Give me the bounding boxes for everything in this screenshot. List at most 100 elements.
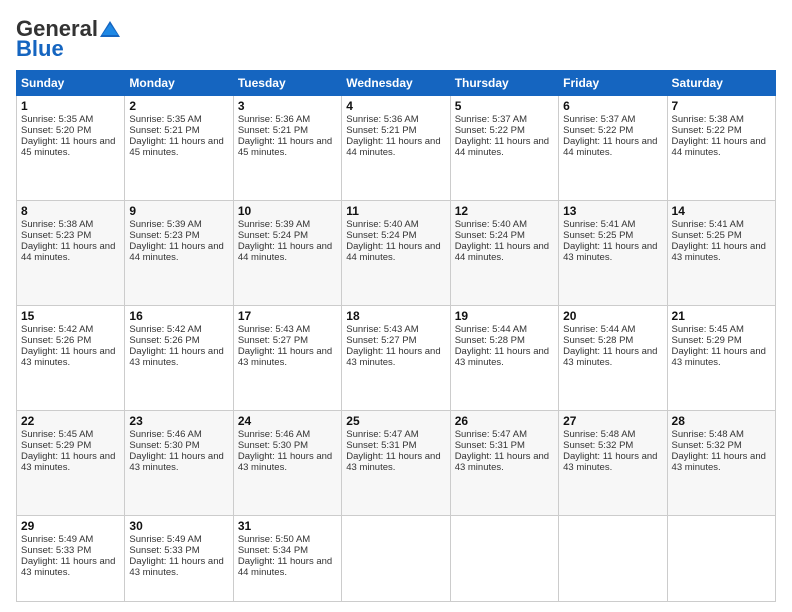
col-tuesday: Tuesday	[233, 71, 341, 96]
calendar-cell	[667, 516, 775, 602]
calendar-cell: 13 Sunrise: 5:41 AM Sunset: 5:25 PM Dayl…	[559, 201, 667, 306]
calendar-cell: 9 Sunrise: 5:39 AM Sunset: 5:23 PM Dayli…	[125, 201, 233, 306]
calendar-cell: 11 Sunrise: 5:40 AM Sunset: 5:24 PM Dayl…	[342, 201, 450, 306]
logo: General Blue	[16, 16, 122, 62]
day-number: 9	[129, 204, 228, 218]
calendar-cell: 21 Sunrise: 5:45 AM Sunset: 5:29 PM Dayl…	[667, 306, 775, 411]
day-number: 5	[455, 99, 554, 113]
day-number: 25	[346, 414, 445, 428]
daylight-label: Daylight: 11 hours and 43 minutes.	[238, 346, 332, 368]
daylight-label: Daylight: 11 hours and 45 minutes.	[238, 136, 332, 158]
sunrise-label: Sunrise: 5:41 AM	[672, 219, 744, 230]
sunrise-label: Sunrise: 5:47 AM	[346, 429, 418, 440]
daylight-label: Daylight: 11 hours and 44 minutes.	[21, 241, 115, 263]
sunrise-label: Sunrise: 5:44 AM	[563, 324, 635, 335]
day-number: 4	[346, 99, 445, 113]
sunrise-label: Sunrise: 5:41 AM	[563, 219, 635, 230]
calendar-week-row: 1 Sunrise: 5:35 AM Sunset: 5:20 PM Dayli…	[17, 96, 776, 201]
day-number: 17	[238, 309, 337, 323]
day-number: 19	[455, 309, 554, 323]
calendar-week-row: 22 Sunrise: 5:45 AM Sunset: 5:29 PM Dayl…	[17, 411, 776, 516]
sunset-label: Sunset: 5:27 PM	[238, 335, 308, 346]
calendar-cell: 23 Sunrise: 5:46 AM Sunset: 5:30 PM Dayl…	[125, 411, 233, 516]
calendar-cell: 14 Sunrise: 5:41 AM Sunset: 5:25 PM Dayl…	[667, 201, 775, 306]
sunset-label: Sunset: 5:21 PM	[129, 125, 199, 136]
sunrise-label: Sunrise: 5:35 AM	[21, 114, 93, 125]
sunrise-label: Sunrise: 5:43 AM	[238, 324, 310, 335]
col-monday: Monday	[125, 71, 233, 96]
sunrise-label: Sunrise: 5:44 AM	[455, 324, 527, 335]
day-number: 15	[21, 309, 120, 323]
calendar-cell: 10 Sunrise: 5:39 AM Sunset: 5:24 PM Dayl…	[233, 201, 341, 306]
calendar-week-row: 15 Sunrise: 5:42 AM Sunset: 5:26 PM Dayl…	[17, 306, 776, 411]
daylight-label: Daylight: 11 hours and 44 minutes.	[672, 136, 766, 158]
daylight-label: Daylight: 11 hours and 44 minutes.	[455, 241, 549, 263]
sunrise-label: Sunrise: 5:40 AM	[346, 219, 418, 230]
daylight-label: Daylight: 11 hours and 44 minutes.	[346, 241, 440, 263]
day-number: 28	[672, 414, 771, 428]
sunrise-label: Sunrise: 5:45 AM	[21, 429, 93, 440]
sunrise-label: Sunrise: 5:39 AM	[129, 219, 201, 230]
sunset-label: Sunset: 5:21 PM	[346, 125, 416, 136]
sunset-label: Sunset: 5:26 PM	[21, 335, 91, 346]
day-number: 26	[455, 414, 554, 428]
daylight-label: Daylight: 11 hours and 43 minutes.	[129, 346, 223, 368]
calendar-cell: 24 Sunrise: 5:46 AM Sunset: 5:30 PM Dayl…	[233, 411, 341, 516]
daylight-label: Daylight: 11 hours and 43 minutes.	[455, 451, 549, 473]
day-number: 21	[672, 309, 771, 323]
day-number: 6	[563, 99, 662, 113]
sunrise-label: Sunrise: 5:45 AM	[672, 324, 744, 335]
sunrise-label: Sunrise: 5:46 AM	[129, 429, 201, 440]
calendar-cell: 8 Sunrise: 5:38 AM Sunset: 5:23 PM Dayli…	[17, 201, 125, 306]
calendar-cell: 31 Sunrise: 5:50 AM Sunset: 5:34 PM Dayl…	[233, 516, 341, 602]
sunrise-label: Sunrise: 5:36 AM	[238, 114, 310, 125]
calendar-cell: 22 Sunrise: 5:45 AM Sunset: 5:29 PM Dayl…	[17, 411, 125, 516]
col-saturday: Saturday	[667, 71, 775, 96]
sunset-label: Sunset: 5:30 PM	[129, 440, 199, 451]
day-number: 24	[238, 414, 337, 428]
day-number: 7	[672, 99, 771, 113]
sunrise-label: Sunrise: 5:35 AM	[129, 114, 201, 125]
daylight-label: Daylight: 11 hours and 44 minutes.	[455, 136, 549, 158]
daylight-label: Daylight: 11 hours and 43 minutes.	[346, 346, 440, 368]
calendar-week-row: 29 Sunrise: 5:49 AM Sunset: 5:33 PM Dayl…	[17, 516, 776, 602]
sunset-label: Sunset: 5:33 PM	[129, 545, 199, 556]
header: General Blue	[16, 16, 776, 62]
col-sunday: Sunday	[17, 71, 125, 96]
day-number: 30	[129, 519, 228, 533]
calendar-cell: 4 Sunrise: 5:36 AM Sunset: 5:21 PM Dayli…	[342, 96, 450, 201]
sunset-label: Sunset: 5:26 PM	[129, 335, 199, 346]
sunset-label: Sunset: 5:33 PM	[21, 545, 91, 556]
sunrise-label: Sunrise: 5:37 AM	[455, 114, 527, 125]
day-number: 2	[129, 99, 228, 113]
day-number: 12	[455, 204, 554, 218]
daylight-label: Daylight: 11 hours and 44 minutes.	[563, 136, 657, 158]
calendar-cell: 28 Sunrise: 5:48 AM Sunset: 5:32 PM Dayl…	[667, 411, 775, 516]
sunrise-label: Sunrise: 5:50 AM	[238, 534, 310, 545]
sunset-label: Sunset: 5:22 PM	[563, 125, 633, 136]
daylight-label: Daylight: 11 hours and 45 minutes.	[21, 136, 115, 158]
day-number: 8	[21, 204, 120, 218]
calendar-cell	[450, 516, 558, 602]
day-number: 13	[563, 204, 662, 218]
logo-blue: Blue	[16, 36, 64, 62]
sunrise-label: Sunrise: 5:38 AM	[672, 114, 744, 125]
sunset-label: Sunset: 5:25 PM	[563, 230, 633, 241]
calendar-cell: 3 Sunrise: 5:36 AM Sunset: 5:21 PM Dayli…	[233, 96, 341, 201]
sunset-label: Sunset: 5:20 PM	[21, 125, 91, 136]
calendar-cell: 16 Sunrise: 5:42 AM Sunset: 5:26 PM Dayl…	[125, 306, 233, 411]
sunrise-label: Sunrise: 5:43 AM	[346, 324, 418, 335]
daylight-label: Daylight: 11 hours and 43 minutes.	[238, 451, 332, 473]
daylight-label: Daylight: 11 hours and 43 minutes.	[672, 451, 766, 473]
logo-icon	[99, 20, 121, 38]
day-number: 31	[238, 519, 337, 533]
day-number: 29	[21, 519, 120, 533]
col-thursday: Thursday	[450, 71, 558, 96]
sunrise-label: Sunrise: 5:49 AM	[129, 534, 201, 545]
calendar-header-row: Sunday Monday Tuesday Wednesday Thursday…	[17, 71, 776, 96]
sunrise-label: Sunrise: 5:38 AM	[21, 219, 93, 230]
sunrise-label: Sunrise: 5:36 AM	[346, 114, 418, 125]
sunset-label: Sunset: 5:27 PM	[346, 335, 416, 346]
day-number: 20	[563, 309, 662, 323]
sunrise-label: Sunrise: 5:48 AM	[672, 429, 744, 440]
